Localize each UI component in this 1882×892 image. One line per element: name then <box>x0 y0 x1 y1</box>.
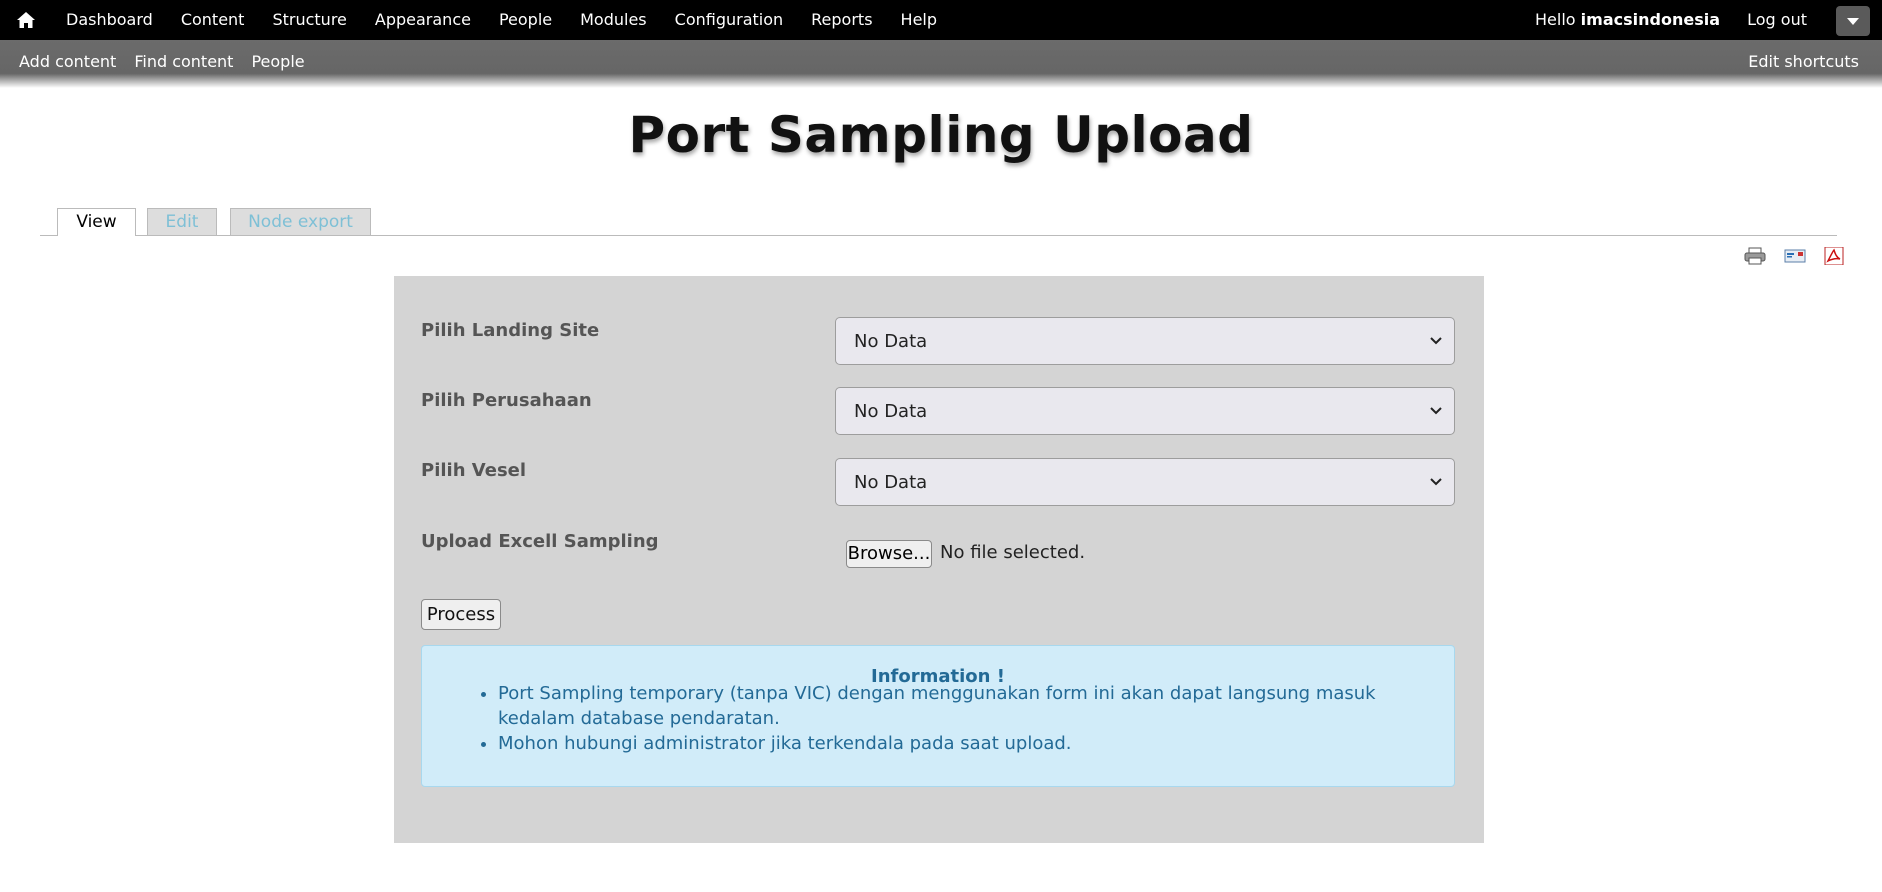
pdf-icon[interactable] <box>1823 246 1845 266</box>
toolbar-menu: Dashboard Content Structure Appearance P… <box>52 0 951 40</box>
shortcuts-toggle-button[interactable] <box>1836 6 1870 36</box>
shortcut-list: Add content Find content People <box>10 40 314 84</box>
greeting-text: Hello <box>1535 10 1576 29</box>
perusahaan-value: No Data <box>854 401 928 422</box>
chevron-down-icon <box>1430 478 1442 486</box>
vesel-select[interactable]: No Data <box>835 458 1455 506</box>
perusahaan-label: Pilih Perusahaan <box>421 390 592 411</box>
chevron-down-icon <box>1847 18 1859 25</box>
email-icon[interactable] <box>1784 247 1806 265</box>
page-title: Port Sampling Upload <box>628 106 1254 164</box>
shortcut-people[interactable]: People <box>242 40 313 84</box>
process-button[interactable]: Process <box>421 599 501 630</box>
tab-node-export[interactable]: Node export <box>230 208 371 235</box>
menu-appearance[interactable]: Appearance <box>361 0 485 40</box>
tab-view[interactable]: View <box>57 208 136 236</box>
menu-configuration[interactable]: Configuration <box>661 0 798 40</box>
chevron-down-icon <box>1430 337 1442 345</box>
perusahaan-select[interactable]: No Data <box>835 387 1455 435</box>
info-list: Port Sampling temporary (tanpa VIC) deng… <box>460 681 1418 756</box>
landing-site-value: No Data <box>854 331 928 352</box>
menu-reports[interactable]: Reports <box>797 0 886 40</box>
menu-people[interactable]: People <box>485 0 566 40</box>
menu-help[interactable]: Help <box>887 0 951 40</box>
logout-link[interactable]: Log out <box>1747 0 1807 40</box>
upload-form-panel: Pilih Landing Site No Data Pilih Perusah… <box>394 276 1484 843</box>
menu-content[interactable]: Content <box>167 0 259 40</box>
tab-bar: View Edit Node export <box>40 208 1837 236</box>
username[interactable]: imacsindonesia <box>1581 10 1720 29</box>
shortcut-find-content[interactable]: Find content <box>125 40 242 84</box>
user-greeting: Hello imacsindonesia <box>1535 0 1720 40</box>
shortcut-add-content[interactable]: Add content <box>10 40 125 84</box>
shortcuts-bar: Add content Find content People Edit sho… <box>0 40 1882 88</box>
print-icon[interactable] <box>1744 247 1766 265</box>
admin-toolbar: Dashboard Content Structure Appearance P… <box>0 0 1882 40</box>
menu-dashboard[interactable]: Dashboard <box>52 0 167 40</box>
menu-structure[interactable]: Structure <box>258 0 360 40</box>
menu-modules[interactable]: Modules <box>566 0 661 40</box>
info-item: Port Sampling temporary (tanpa VIC) deng… <box>498 681 1418 731</box>
landing-site-label: Pilih Landing Site <box>421 320 600 341</box>
vesel-label: Pilih Vesel <box>421 460 527 481</box>
vesel-value: No Data <box>854 472 928 493</box>
chevron-down-icon <box>1430 407 1442 415</box>
home-icon[interactable] <box>16 10 36 30</box>
file-status: No file selected. <box>940 542 1086 563</box>
browse-button[interactable]: Browse... <box>846 540 932 568</box>
info-item: Mohon hubungi administrator jika terkend… <box>498 731 1418 756</box>
edit-shortcuts-link[interactable]: Edit shortcuts <box>1748 40 1859 84</box>
upload-label: Upload Excell Sampling <box>421 531 659 552</box>
info-box: Information ! Port Sampling temporary (t… <box>421 645 1455 787</box>
tab-edit[interactable]: Edit <box>147 208 217 235</box>
landing-site-select[interactable]: No Data <box>835 317 1455 365</box>
